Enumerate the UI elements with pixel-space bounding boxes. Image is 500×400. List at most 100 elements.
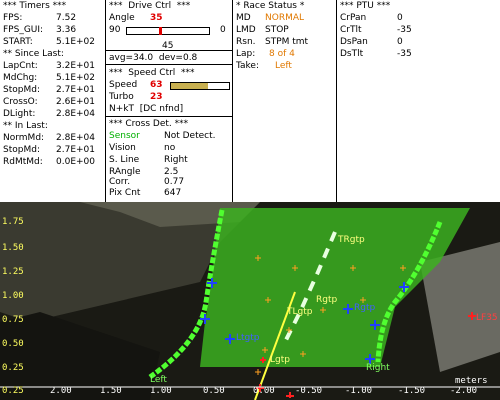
turbo-label: Turbo [109, 92, 134, 102]
y-tick: 0.75 [2, 315, 24, 325]
x-tick: 1.00 [150, 386, 172, 396]
turbo-value: 23 [150, 92, 163, 102]
speed-header: *** Speed Ctrl *** [109, 68, 195, 78]
telemetry-panel: *** Timers *** FPS: 7.52 FPS_GUI: 3.36 S… [0, 0, 500, 202]
vision-label: Vision [109, 143, 136, 153]
take-value: Left [275, 61, 292, 71]
fps-gui-label: FPS_GUI: [3, 25, 44, 35]
start-value: 5.1E+02 [56, 37, 95, 47]
fps-label: FPS: [3, 13, 23, 23]
angle-bar [126, 27, 210, 35]
stopmd-label: StopMd: [3, 85, 40, 95]
lap-label: Lap: [236, 49, 256, 59]
x-tick: -1.50 [398, 386, 426, 396]
y-tick: 0.25 [2, 363, 24, 373]
mdchg-value: 5.1E+02 [56, 73, 95, 83]
crtilt-label: CrTlt [340, 25, 362, 35]
track-overlay: TRgtp Rgtp TLgtp Ltgtp Lgtp Rgtp Left Ri… [0, 202, 500, 400]
crpan-value: 0 [397, 13, 403, 23]
lapcnt-value: 3.2E+01 [56, 61, 95, 71]
angle-bar-max: 0 [220, 25, 226, 35]
x-tick: -2.00 [450, 386, 478, 396]
avg-dev-text: avg=34.0 dev=0.8 [109, 53, 198, 63]
y-tick: 1.50 [2, 243, 24, 253]
speed-value: 63 [150, 80, 163, 90]
dstilt-label: DsTlt [340, 49, 364, 59]
angle-value: 35 [150, 13, 163, 23]
rsn-label: Rsn. [236, 37, 256, 47]
y-tick: 0.50 [2, 339, 24, 349]
x-tick: 0.50 [203, 386, 225, 396]
nkt-text: N+kT [DC nfnd] [109, 104, 184, 114]
sline-label: S. Line [109, 155, 140, 165]
crosso-label: CrossO: [3, 97, 38, 107]
dstilt-value: -35 [397, 49, 412, 59]
right-edge-label: Right [366, 363, 390, 373]
stopmd-value: 2.7E+01 [56, 85, 95, 95]
race-header: * Race Status * [236, 1, 305, 11]
units-label: meters [455, 376, 488, 386]
sline-value: Right [164, 155, 188, 165]
angle-bar-marker [158, 27, 162, 35]
tlgtp-label: TLgtp [286, 307, 313, 317]
divider [106, 64, 232, 65]
x-tick: 1.50 [100, 386, 122, 396]
in-last-header: ** In Last: [3, 121, 48, 131]
angle-label: Angle [109, 13, 135, 23]
rgtp-blue-label: Rgtp [354, 303, 375, 313]
lapcnt-label: LapCnt: [3, 61, 38, 71]
timers-column: *** Timers *** FPS: 7.52 FPS_GUI: 3.36 S… [0, 0, 104, 202]
sensor-label: Sensor [109, 131, 140, 141]
drive-column: *** Drive Ctrl *** Angle 35 90 0 45 avg=… [106, 0, 232, 202]
dspan-label: DsPan [340, 37, 368, 47]
y-tick: 1.00 [2, 291, 24, 301]
normmd-value: 2.8E+04 [56, 133, 95, 143]
fps-gui-value: 3.36 [56, 25, 77, 35]
speed-bar [170, 82, 230, 90]
camera-view: TRgtp Rgtp TLgtp Ltgtp Lgtp Rgtp Left Ri… [0, 202, 500, 400]
ltgtp-label: Ltgtp [236, 333, 260, 343]
ptu-column: *** PTU *** CrPan 0 CrTlt -35 DsPan 0 Ds… [337, 0, 500, 202]
pix-value: 647 [164, 188, 182, 198]
speed-label: Speed [109, 80, 138, 90]
race-column: * Race Status * MD NORMAL LMD STOP Rsn. … [233, 0, 336, 202]
lgtp-label: Lgtp [270, 355, 290, 365]
md-value: NORMAL [265, 13, 305, 23]
divider [106, 50, 232, 51]
crpan-label: CrPan [340, 13, 367, 23]
ptu-header: *** PTU *** [340, 1, 391, 11]
y-tick: 1.25 [2, 267, 24, 277]
rsn-value: STPM tmt [265, 37, 309, 47]
vision-value: no [164, 143, 176, 153]
x-tick: 0.00 [253, 386, 275, 396]
start-label: START: [3, 37, 33, 47]
angle-bar-min: 90 [109, 25, 121, 35]
speed-bar-fill [171, 83, 208, 89]
divider [106, 116, 232, 117]
drive-header: *** Drive Ctrl *** [109, 1, 191, 11]
x-tick: -0.50 [295, 386, 323, 396]
x-tick: 2.00 [50, 386, 72, 396]
stopmd2-label: StopMd: [3, 145, 40, 155]
crosso-value: 2.6E+01 [56, 97, 95, 107]
rgtp-label: Rgtp [316, 295, 337, 305]
md-label: MD [236, 13, 251, 23]
trgtp-label: TRgtp [337, 235, 365, 245]
fps-value: 7.52 [56, 13, 77, 23]
lf-label: LF35 [476, 313, 498, 323]
since-last-header: ** Since Last: [3, 49, 64, 59]
cross-header: *** Cross Det. *** [109, 119, 189, 129]
rdmtmd-label: RdMtMd: [3, 157, 43, 167]
mdchg-label: MdChg: [3, 73, 38, 83]
x-tick: -1.00 [345, 386, 373, 396]
y-tick: 1.75 [2, 217, 24, 227]
stopmd2-value: 2.7E+01 [56, 145, 95, 155]
dlight-value: 2.8E+04 [56, 109, 95, 119]
lap-value: 8 of 4 [269, 49, 295, 59]
left-edge-label: Left [150, 375, 167, 385]
timers-header: *** Timers *** [3, 1, 67, 11]
crtilt-value: -35 [397, 25, 412, 35]
dlight-label: DLight: [3, 109, 36, 119]
lmd-label: LMD [236, 25, 256, 35]
pix-label: Pix Cnt [109, 188, 141, 198]
